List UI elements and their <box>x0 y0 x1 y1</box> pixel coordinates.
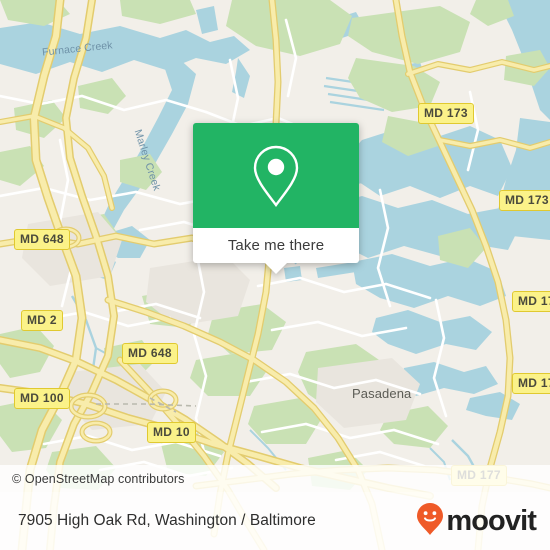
shield-md-173-north[interactable]: MD 173 <box>418 103 474 124</box>
shield-md-173-southeast[interactable]: MD 173 <box>512 373 550 394</box>
callout-pointer-tail <box>264 262 288 274</box>
moovit-map-screenshot: Furnace Creek Marley Creek Pasadena MD 1… <box>0 0 550 550</box>
moovit-logo[interactable]: moovit <box>416 502 537 541</box>
shield-md-10[interactable]: MD 10 <box>147 422 196 443</box>
map-pin-icon <box>251 143 301 209</box>
callout-icon-panel <box>193 123 359 228</box>
address-label: 7905 High Oak Rd, Washington / Baltimore <box>18 512 316 529</box>
map-attribution-bar: © OpenStreetMap contributors <box>0 465 550 492</box>
shield-md-648-north[interactable]: MD 648 <box>14 229 70 250</box>
shield-md-100[interactable]: MD 100 <box>14 388 70 409</box>
moovit-wordmark: moovit <box>446 504 537 537</box>
shield-md-648-south[interactable]: MD 648 <box>122 343 178 364</box>
shield-md-2[interactable]: MD 2 <box>21 310 63 331</box>
moovit-pin-icon <box>416 502 444 541</box>
destination-callout-card[interactable]: Take me there <box>193 123 359 274</box>
openstreetmap-attribution[interactable]: © OpenStreetMap contributors <box>12 472 185 486</box>
shield-md-173-east[interactable]: MD 173 <box>499 190 550 211</box>
footer-bar: 7905 High Oak Rd, Washington / Baltimore… <box>0 492 550 550</box>
callout-action-panel[interactable]: Take me there <box>193 228 359 274</box>
shield-md-17-east[interactable]: MD 17 <box>512 291 550 312</box>
take-me-there-label: Take me there <box>227 237 325 254</box>
